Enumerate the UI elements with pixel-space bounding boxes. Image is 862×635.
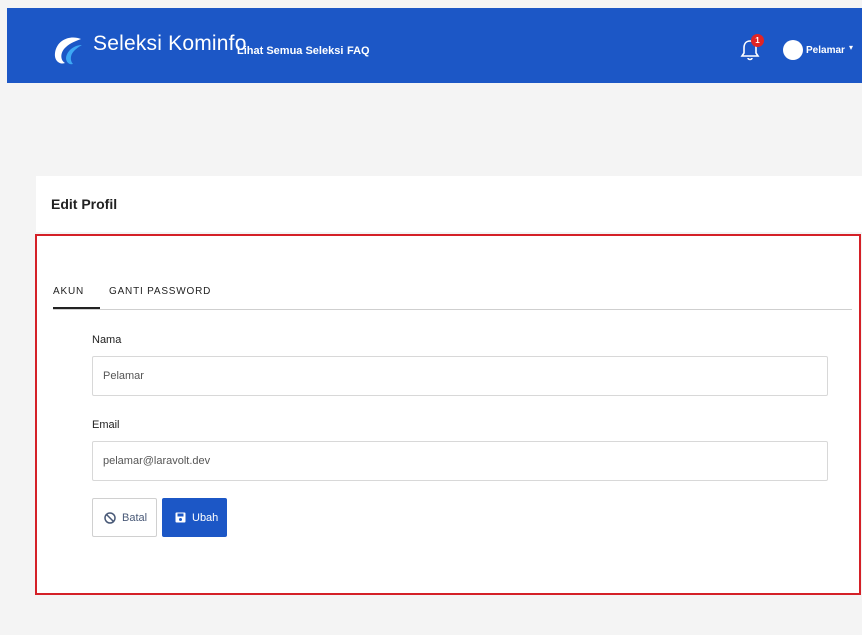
email-label: Email [92, 419, 120, 431]
page-header-card: Edit Profil [36, 176, 862, 232]
ban-icon [104, 511, 116, 524]
brand-title[interactable]: Seleksi Kominfo [93, 32, 247, 56]
email-input[interactable] [92, 441, 828, 481]
save-button-label: Ubah [192, 511, 219, 524]
cancel-button-label: Batal [122, 511, 148, 524]
tab-divider [53, 309, 852, 310]
floppy-disk-icon [175, 512, 186, 523]
name-input[interactable] [92, 356, 828, 396]
notification-count-badge: 1 [751, 34, 764, 47]
nav-lihat-semua-seleksi[interactable]: Lihat Semua Seleksi [237, 45, 343, 57]
nav-faq[interactable]: FAQ [347, 45, 370, 57]
user-menu-name[interactable]: Pelamar [806, 45, 845, 56]
user-avatar[interactable] [783, 40, 803, 60]
top-navbar: Seleksi Kominfo Lihat Semua Seleksi FAQ … [7, 8, 862, 83]
tab-ganti-password[interactable]: GANTI PASSWORD [109, 286, 211, 297]
edit-profile-form-card: AKUN GANTI PASSWORD Nama Email Batal Uba… [35, 234, 861, 595]
tab-akun[interactable]: AKUN [53, 286, 84, 297]
name-label: Nama [92, 334, 122, 346]
kominfo-logo-icon[interactable] [51, 33, 85, 67]
chevron-down-icon[interactable]: ▾ [849, 43, 853, 52]
cancel-button[interactable]: Batal [92, 498, 157, 537]
active-tab-indicator [53, 307, 100, 309]
page-title: Edit Profil [51, 196, 118, 212]
save-button[interactable]: Ubah [162, 498, 227, 537]
